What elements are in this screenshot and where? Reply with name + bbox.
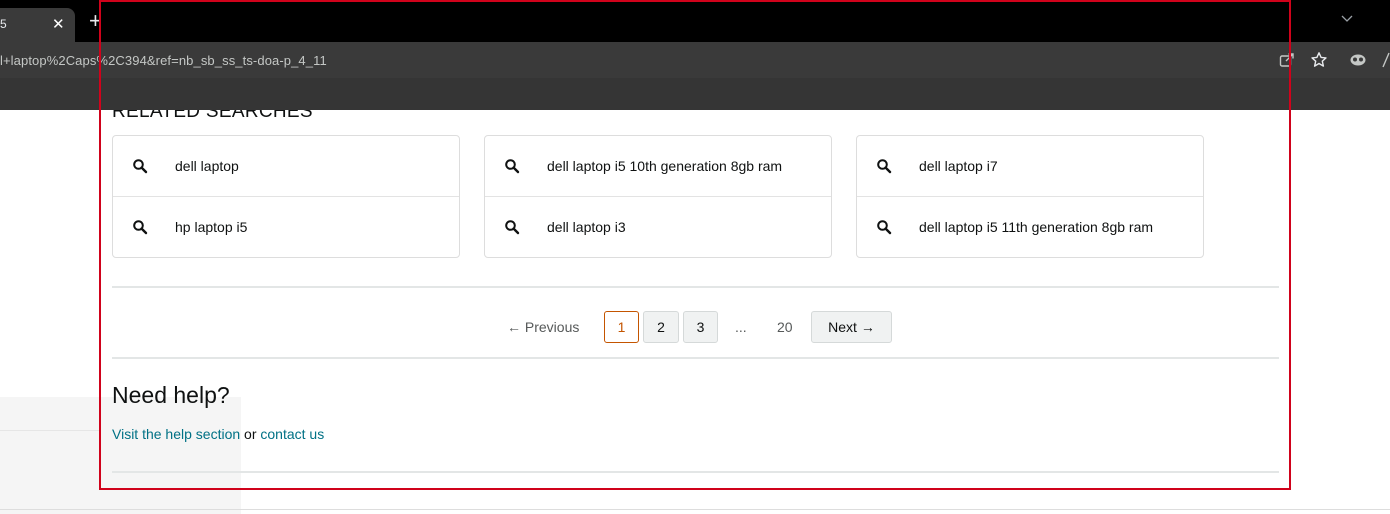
- related-search-item[interactable]: hp laptop i5: [113, 197, 459, 258]
- bookmarks-bar: [0, 78, 1390, 110]
- search-icon: [505, 220, 520, 235]
- page-button-current[interactable]: 1: [604, 311, 639, 343]
- url-text[interactable]: l+laptop%2Caps%2C394&ref=nb_sb_ss_ts-doa…: [0, 53, 327, 68]
- need-help-heading: Need help?: [112, 382, 230, 408]
- divider: [0, 509, 1390, 510]
- search-icon: [877, 159, 892, 174]
- related-search-item[interactable]: dell laptop i5 10th generation 8gb ram: [485, 136, 831, 197]
- related-search-item[interactable]: dell laptop: [113, 136, 459, 197]
- contact-us-link[interactable]: contact us: [260, 426, 324, 442]
- related-search-label[interactable]: dell laptop i3: [547, 219, 626, 235]
- related-search-label[interactable]: dell laptop i5 10th generation 8gb ram: [547, 158, 782, 174]
- related-searches-column: dell laptop hp laptop i5: [112, 135, 460, 258]
- extension-icon[interactable]: [1349, 51, 1367, 69]
- previous-page-link[interactable]: ← Previous: [507, 319, 579, 335]
- tab-title: 5: [0, 17, 7, 31]
- background-panel: [0, 397, 241, 514]
- related-search-label[interactable]: hp laptop i5: [175, 219, 247, 235]
- page-link-last[interactable]: 20: [777, 319, 793, 335]
- divider: [0, 430, 100, 431]
- divider: [112, 471, 1279, 473]
- close-tab-icon[interactable]: ✕: [52, 15, 65, 33]
- extension-icon[interactable]: [1380, 51, 1390, 69]
- related-searches-column: dell laptop i5 10th generation 8gb ram d…: [484, 135, 832, 258]
- next-page-button[interactable]: Next →: [811, 311, 892, 343]
- browser-tabstrip: 5 ✕ +: [0, 0, 1390, 42]
- divider: [112, 286, 1279, 288]
- related-search-item[interactable]: dell laptop i5 11th generation 8gb ram: [857, 197, 1203, 258]
- related-search-item[interactable]: dell laptop i3: [485, 197, 831, 258]
- search-icon: [133, 159, 148, 174]
- page-button[interactable]: 3: [683, 311, 718, 343]
- related-search-label[interactable]: dell laptop i7: [919, 158, 998, 174]
- related-search-label[interactable]: dell laptop: [175, 158, 239, 174]
- related-search-label[interactable]: dell laptop i5 11th generation 8gb ram: [919, 219, 1153, 235]
- page-button[interactable]: 2: [643, 311, 679, 343]
- chevron-down-icon[interactable]: [1340, 12, 1354, 26]
- browser-tab[interactable]: 5 ✕: [0, 8, 75, 42]
- page-ellipsis: ...: [735, 319, 747, 335]
- related-search-item[interactable]: dell laptop i7: [857, 136, 1203, 197]
- search-icon: [505, 159, 520, 174]
- help-section-link[interactable]: Visit the help section: [112, 426, 240, 442]
- divider: [112, 357, 1279, 359]
- address-bar: l+laptop%2Caps%2C394&ref=nb_sb_ss_ts-doa…: [0, 42, 1390, 78]
- new-tab-icon[interactable]: +: [89, 10, 102, 32]
- search-icon: [877, 220, 892, 235]
- help-connector: or: [240, 426, 261, 442]
- star-icon[interactable]: [1310, 51, 1328, 69]
- help-text: Visit the help section or contact us: [112, 426, 324, 442]
- search-icon: [133, 220, 148, 235]
- related-searches-column: dell laptop i7 dell laptop i5 11th gener…: [856, 135, 1204, 258]
- share-icon[interactable]: [1278, 51, 1296, 69]
